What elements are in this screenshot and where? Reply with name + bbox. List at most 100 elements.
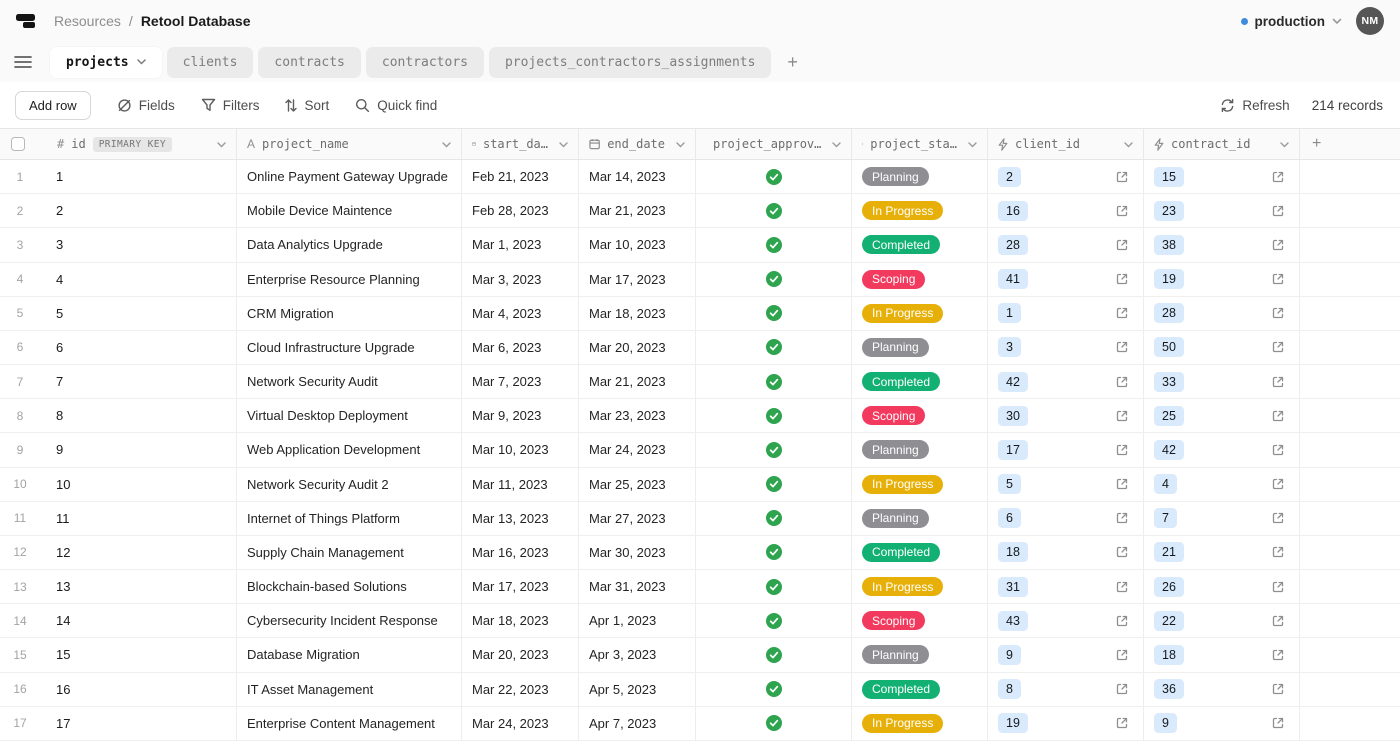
client-id-chip[interactable]: 19: [998, 713, 1028, 733]
cell-start-date[interactable]: Mar 11, 2023: [462, 468, 579, 501]
cell-contract-id[interactable]: 25: [1144, 399, 1300, 432]
cell-client-id[interactable]: 41: [988, 263, 1144, 296]
cell-client-id[interactable]: 3: [988, 331, 1144, 364]
select-all-checkbox[interactable]: [11, 137, 25, 151]
external-link-icon[interactable]: [1115, 545, 1129, 559]
add-table-button[interactable]: +: [781, 52, 804, 73]
contract-id-chip[interactable]: 9: [1154, 713, 1177, 733]
external-link-icon[interactable]: [1271, 306, 1285, 320]
external-link-icon[interactable]: [1115, 238, 1129, 252]
cell-project-approved[interactable]: [696, 468, 852, 501]
cell-project-name[interactable]: Online Payment Gateway Upgrade: [237, 160, 462, 193]
table-row[interactable]: 1212Supply Chain ManagementMar 16, 2023M…: [0, 536, 1400, 570]
fields-button[interactable]: Fields: [117, 98, 175, 113]
cell-id[interactable]: 1: [40, 160, 237, 193]
cell-start-date[interactable]: Feb 28, 2023: [462, 194, 579, 227]
client-id-chip[interactable]: 18: [998, 542, 1028, 562]
cell-project-status[interactable]: Planning: [852, 331, 988, 364]
cell-project-name[interactable]: Data Analytics Upgrade: [237, 228, 462, 261]
cell-client-id[interactable]: 42: [988, 365, 1144, 398]
avatar[interactable]: NM: [1356, 7, 1384, 35]
cell-project-name[interactable]: Network Security Audit: [237, 365, 462, 398]
client-id-chip[interactable]: 2: [998, 167, 1021, 187]
contract-id-chip[interactable]: 42: [1154, 440, 1184, 460]
contract-id-chip[interactable]: 26: [1154, 577, 1184, 597]
cell-client-id[interactable]: 31: [988, 570, 1144, 603]
breadcrumb-resources[interactable]: Resources: [54, 13, 121, 29]
cell-id[interactable]: 11: [40, 502, 237, 535]
table-row[interactable]: 33Data Analytics UpgradeMar 1, 2023Mar 1…: [0, 228, 1400, 262]
cell-end-date[interactable]: Mar 27, 2023: [579, 502, 696, 535]
external-link-icon[interactable]: [1271, 340, 1285, 354]
cell-contract-id[interactable]: 33: [1144, 365, 1300, 398]
cell-client-id[interactable]: 6: [988, 502, 1144, 535]
contract-id-chip[interactable]: 23: [1154, 201, 1184, 221]
cell-project-name[interactable]: IT Asset Management: [237, 673, 462, 706]
cell-start-date[interactable]: Feb 21, 2023: [462, 160, 579, 193]
cell-project-name[interactable]: Enterprise Resource Planning: [237, 263, 462, 296]
cell-project-status[interactable]: In Progress: [852, 297, 988, 330]
client-id-chip[interactable]: 3: [998, 337, 1021, 357]
table-row[interactable]: 22Mobile Device MaintenceFeb 28, 2023Mar…: [0, 194, 1400, 228]
cell-id[interactable]: 5: [40, 297, 237, 330]
cell-end-date[interactable]: Mar 30, 2023: [579, 536, 696, 569]
cell-project-name[interactable]: Enterprise Content Management: [237, 707, 462, 740]
external-link-icon[interactable]: [1115, 375, 1129, 389]
menu-icon[interactable]: [14, 55, 32, 69]
cell-contract-id[interactable]: 21: [1144, 536, 1300, 569]
cell-project-name[interactable]: Web Application Development: [237, 433, 462, 466]
tab-contracts[interactable]: contracts: [258, 47, 360, 78]
cell-id[interactable]: 3: [40, 228, 237, 261]
external-link-icon[interactable]: [1115, 716, 1129, 730]
cell-project-status[interactable]: Completed: [852, 673, 988, 706]
contract-id-chip[interactable]: 15: [1154, 167, 1184, 187]
cell-project-approved[interactable]: [696, 570, 852, 603]
column-header-project-approved[interactable]: project_approv…: [696, 129, 852, 159]
cell-contract-id[interactable]: 7: [1144, 502, 1300, 535]
cell-project-approved[interactable]: [696, 365, 852, 398]
external-link-icon[interactable]: [1115, 272, 1129, 286]
contract-id-chip[interactable]: 28: [1154, 303, 1184, 323]
cell-end-date[interactable]: Mar 21, 2023: [579, 194, 696, 227]
chevron-down-icon[interactable]: [1120, 137, 1133, 151]
cell-start-date[interactable]: Mar 10, 2023: [462, 433, 579, 466]
client-id-chip[interactable]: 9: [998, 645, 1021, 665]
cell-contract-id[interactable]: 18: [1144, 638, 1300, 671]
cell-end-date[interactable]: Mar 10, 2023: [579, 228, 696, 261]
cell-project-status[interactable]: In Progress: [852, 468, 988, 501]
chevron-down-icon[interactable]: [1276, 137, 1289, 151]
external-link-icon[interactable]: [1115, 477, 1129, 491]
cell-project-status[interactable]: Planning: [852, 160, 988, 193]
cell-id[interactable]: 6: [40, 331, 237, 364]
tab-clients[interactable]: clients: [167, 47, 254, 78]
cell-end-date[interactable]: Mar 14, 2023: [579, 160, 696, 193]
cell-project-name[interactable]: Mobile Device Maintence: [237, 194, 462, 227]
cell-contract-id[interactable]: 36: [1144, 673, 1300, 706]
environment-selector[interactable]: production: [1241, 14, 1343, 29]
cell-contract-id[interactable]: 23: [1144, 194, 1300, 227]
cell-client-id[interactable]: 5: [988, 468, 1144, 501]
table-row[interactable]: 11Online Payment Gateway UpgradeFeb 21, …: [0, 160, 1400, 194]
external-link-icon[interactable]: [1271, 170, 1285, 184]
filters-button[interactable]: Filters: [201, 98, 260, 113]
table-row[interactable]: 1616IT Asset ManagementMar 22, 2023Apr 5…: [0, 673, 1400, 707]
cell-project-name[interactable]: Network Security Audit 2: [237, 468, 462, 501]
table-row[interactable]: 1111Internet of Things PlatformMar 13, 2…: [0, 502, 1400, 536]
tab-contractors[interactable]: contractors: [366, 47, 484, 78]
cell-contract-id[interactable]: 50: [1144, 331, 1300, 364]
table-row[interactable]: 77Network Security AuditMar 7, 2023Mar 2…: [0, 365, 1400, 399]
cell-id[interactable]: 10: [40, 468, 237, 501]
cell-contract-id[interactable]: 4: [1144, 468, 1300, 501]
tab-projects-contractors-assignments[interactable]: projects_contractors_assignments: [489, 47, 771, 78]
column-header-client-id[interactable]: client_id: [988, 129, 1144, 159]
client-id-chip[interactable]: 41: [998, 269, 1028, 289]
cell-id[interactable]: 17: [40, 707, 237, 740]
cell-project-name[interactable]: CRM Migration: [237, 297, 462, 330]
add-column-button[interactable]: +: [1300, 129, 1400, 159]
column-header-start-date[interactable]: start_da…: [462, 129, 579, 159]
external-link-icon[interactable]: [1115, 580, 1129, 594]
cell-end-date[interactable]: Mar 18, 2023: [579, 297, 696, 330]
cell-end-date[interactable]: Mar 17, 2023: [579, 263, 696, 296]
table-row[interactable]: 99Web Application DevelopmentMar 10, 202…: [0, 433, 1400, 467]
cell-contract-id[interactable]: 19: [1144, 263, 1300, 296]
